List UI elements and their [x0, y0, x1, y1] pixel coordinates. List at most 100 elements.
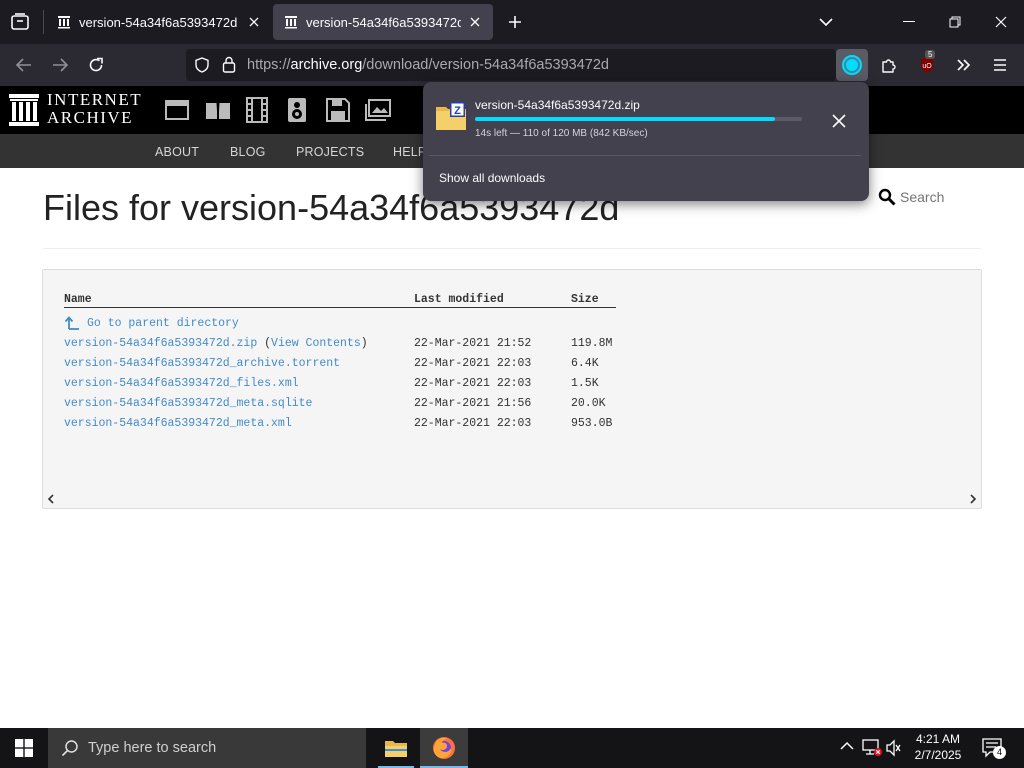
- close-window-button[interactable]: [978, 0, 1024, 44]
- scroll-left-arrow-icon[interactable]: [47, 494, 55, 504]
- downloads-button[interactable]: [836, 49, 868, 81]
- start-button[interactable]: [0, 728, 48, 768]
- new-tab-button[interactable]: [503, 10, 527, 34]
- file-modified: 22-Mar-2021 22:03: [414, 417, 532, 430]
- double-chevron-icon: [957, 59, 971, 71]
- url-bar[interactable]: https://archive.org/download/version-54a…: [186, 49, 836, 81]
- site-search-input[interactable]: Search: [872, 183, 1003, 211]
- file-row: version-54a34f6a5393472d_files.xml 22-Ma…: [43, 377, 643, 395]
- ublock-extension-button[interactable]: uO 5: [911, 49, 943, 81]
- tab-label: version-54a34f6a5393472d dire: [306, 14, 461, 30]
- extensions-button[interactable]: [873, 49, 905, 81]
- file-link[interactable]: version-54a34f6a5393472d.zip: [64, 337, 257, 350]
- file-row: version-54a34f6a5393472d_archive.torrent…: [43, 357, 643, 375]
- view-contents-link[interactable]: View Contents: [271, 337, 361, 350]
- download-progress-fill: [475, 117, 775, 121]
- windows-logo-icon: [15, 739, 33, 757]
- parent-directory-link[interactable]: Go to parent directory: [87, 317, 239, 330]
- internet-archive-logo-icon[interactable]: [9, 94, 39, 126]
- file-row: version-54a34f6a5393472d_meta.sqlite 22-…: [43, 397, 643, 415]
- taskbar-search-placeholder: Type here to search: [88, 740, 217, 756]
- file-link[interactable]: version-54a34f6a5393472d_meta.xml: [64, 417, 292, 430]
- arrow-right-icon: [53, 58, 68, 72]
- back-button[interactable]: [8, 49, 40, 81]
- close-tab-icon[interactable]: [246, 14, 262, 30]
- reload-button[interactable]: [80, 49, 112, 81]
- column-header-name[interactable]: Name: [64, 293, 92, 306]
- chevron-up-icon: [840, 741, 854, 750]
- nav-about[interactable]: ABOUT: [155, 145, 199, 159]
- close-tab-icon[interactable]: [467, 14, 483, 30]
- plus-icon: [509, 16, 521, 28]
- cancel-download-button[interactable]: [827, 109, 851, 133]
- download-progress-icon: [842, 55, 862, 75]
- volume-muted-icon[interactable]: [885, 739, 903, 757]
- url-path: /download/version-54a34f6a5393472d: [362, 57, 609, 73]
- column-header-modified[interactable]: Last modified: [414, 293, 504, 306]
- firefox-icon: [433, 737, 455, 759]
- scroll-right-arrow-icon[interactable]: [969, 494, 977, 504]
- svg-text:Z: Z: [454, 105, 461, 117]
- title-divider: [43, 248, 981, 249]
- tracking-shield-icon[interactable]: [194, 57, 210, 73]
- file-modified: 22-Mar-2021 22:03: [414, 377, 532, 390]
- download-progress-bar: [475, 117, 802, 121]
- reload-icon: [89, 57, 103, 72]
- software-media-icon[interactable]: [326, 98, 350, 122]
- downloads-panel: Z version-54a34f6a5393472d.zip 14s left …: [423, 82, 869, 201]
- taskbar-search-box[interactable]: Type here to search: [48, 728, 366, 768]
- firefox-button[interactable]: [420, 728, 468, 768]
- download-filename[interactable]: version-54a34f6a5393472d.zip: [475, 98, 640, 112]
- audio-media-icon[interactable]: [287, 97, 307, 123]
- tab-list-icon[interactable]: [8, 10, 32, 34]
- notification-count-badge: 4: [993, 746, 1006, 759]
- lock-icon[interactable]: [222, 56, 236, 73]
- logo-line-1: INTERNET: [47, 90, 143, 109]
- app-menu-button[interactable]: [984, 49, 1016, 81]
- column-header-size[interactable]: Size: [571, 293, 599, 306]
- web-media-icon[interactable]: [165, 99, 189, 121]
- video-media-icon[interactable]: [246, 97, 268, 123]
- file-link[interactable]: version-54a34f6a5393472d_meta.sqlite: [64, 397, 312, 410]
- tab-label: version-54a34f6a5393472d : RC: [79, 14, 240, 30]
- tab-rc[interactable]: version-54a34f6a5393472d : RC: [46, 4, 272, 40]
- hamburger-icon: [994, 59, 1006, 71]
- forward-button[interactable]: [44, 49, 76, 81]
- minimize-button[interactable]: [886, 0, 932, 44]
- clock-time: 4:21 AM: [915, 732, 961, 746]
- file-explorer-button[interactable]: [372, 728, 420, 768]
- show-hidden-icons-button[interactable]: [840, 741, 854, 751]
- search-icon: [878, 188, 896, 206]
- restore-button[interactable]: [932, 0, 978, 44]
- tab-strip: version-54a34f6a5393472d : RC version-54…: [0, 0, 1024, 44]
- search-placeholder: Search: [900, 189, 945, 205]
- notifications-button[interactable]: 4: [982, 738, 1006, 759]
- file-link[interactable]: version-54a34f6a5393472d_archive.torrent: [64, 357, 340, 370]
- tab-directory[interactable]: version-54a34f6a5393472d dire: [273, 4, 493, 40]
- archive-tab-icon: [284, 15, 298, 29]
- file-modified: 22-Mar-2021 21:52: [414, 337, 532, 350]
- file-size: 953.0B: [571, 417, 613, 430]
- list-all-tabs-button[interactable]: [814, 10, 838, 34]
- url-text[interactable]: https://archive.org/download/version-54a…: [247, 57, 609, 73]
- images-media-icon[interactable]: [365, 99, 391, 121]
- texts-media-icon[interactable]: [205, 99, 231, 121]
- nav-help[interactable]: HELP: [393, 145, 426, 159]
- close-icon: [832, 114, 846, 128]
- system-clock[interactable]: 4:21 AM 2/7/2025: [904, 731, 972, 763]
- nav-blog[interactable]: BLOG: [230, 145, 266, 159]
- network-icon[interactable]: [862, 739, 882, 757]
- show-all-downloads-button[interactable]: Show all downloads: [439, 171, 545, 185]
- url-host: archive.org: [290, 57, 363, 73]
- file-size: 6.4K: [571, 357, 599, 370]
- zip-file-icon: Z: [435, 100, 467, 132]
- more-tools-button[interactable]: [948, 49, 980, 81]
- archive-tab-icon: [57, 15, 71, 29]
- chevron-down-icon: [819, 18, 833, 27]
- site-logo-text[interactable]: INTERNET ARCHIVE: [47, 91, 142, 127]
- file-size: 1.5K: [571, 377, 599, 390]
- file-link[interactable]: version-54a34f6a5393472d_files.xml: [64, 377, 299, 390]
- parent-directory-arrow-icon[interactable]: [64, 315, 80, 331]
- nav-projects[interactable]: PROJECTS: [296, 145, 364, 159]
- puzzle-icon: [882, 59, 896, 73]
